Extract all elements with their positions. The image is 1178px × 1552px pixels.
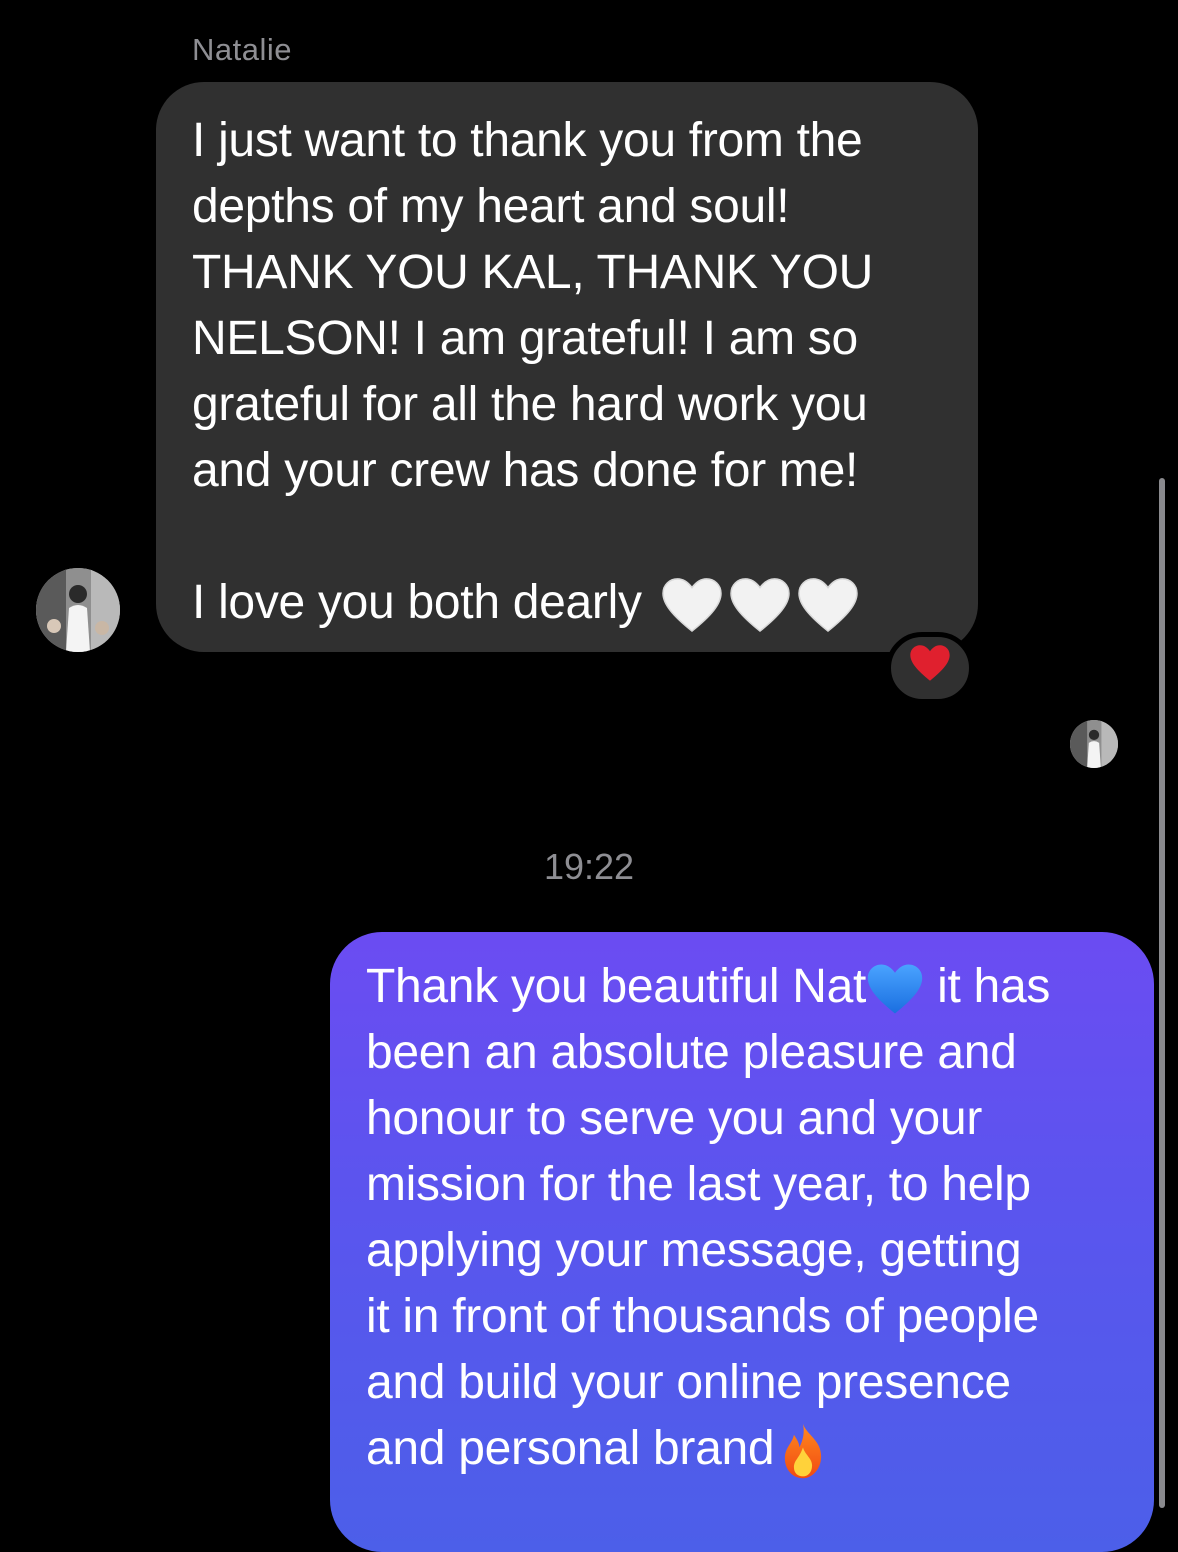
fire-icon xyxy=(785,1424,822,1479)
avatar-photo-icon xyxy=(1070,720,1118,768)
message-reaction[interactable] xyxy=(886,632,974,704)
white-heart-icon xyxy=(661,578,722,633)
outgoing-message-bubble[interactable]: Thank you beautiful Nat it has been an a… xyxy=(330,932,1154,1552)
sender-avatar[interactable] xyxy=(36,568,120,652)
red-heart-reaction-icon xyxy=(909,644,951,692)
outgoing-message-text-part1: Thank you beautiful Nat xyxy=(366,960,867,1013)
outgoing-message-text-part2: it has been an absolute pleasure and hon… xyxy=(366,960,1051,1475)
sender-name: Natalie xyxy=(192,32,292,67)
white-heart-icon xyxy=(797,578,858,633)
read-receipt-avatar xyxy=(1070,720,1118,768)
white-heart-icon xyxy=(729,578,790,633)
scrollbar[interactable] xyxy=(1159,478,1165,1508)
avatar-photo-icon xyxy=(36,568,120,652)
incoming-message-bubble[interactable]: I just want to thank you from the depths… xyxy=(156,82,978,652)
blue-heart-icon xyxy=(867,964,923,1014)
message-timestamp: 19:22 xyxy=(543,846,635,887)
incoming-message-text: I just want to thank you from the depths… xyxy=(192,114,873,629)
